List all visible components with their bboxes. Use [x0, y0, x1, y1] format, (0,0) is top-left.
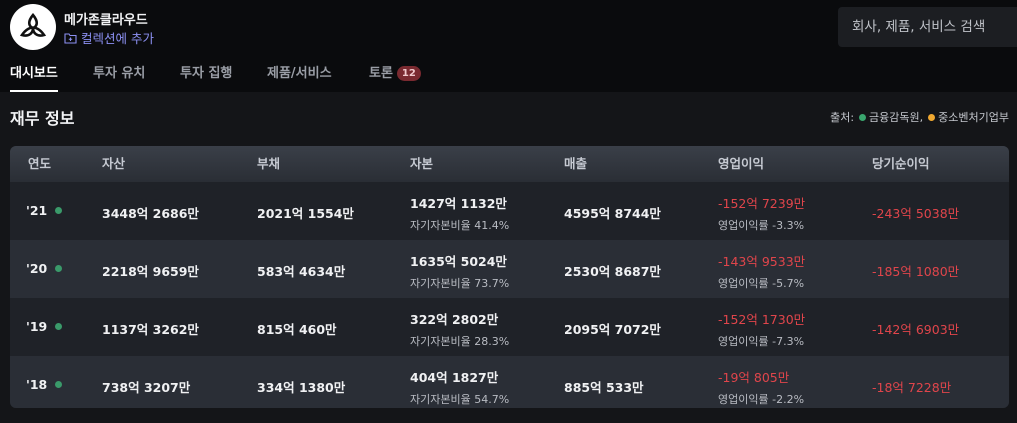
col-revenue: 매출: [564, 156, 588, 171]
liabilities-cell: 583억 4634만: [257, 264, 346, 279]
assets-cell: 1137억 3262만: [102, 322, 199, 337]
operating-margin: 영업이익률 -5.7%: [718, 277, 805, 290]
equity-cell: 1427억 1132만 자기자본비율 41.4%: [410, 196, 510, 232]
year-cell: '18: [26, 377, 63, 392]
revenue-cell: 2530억 8687만: [564, 264, 661, 279]
col-liabilities: 부채: [257, 156, 281, 171]
financial-table: 연도 자산 부채 자본 매출 영업이익 당기순이익 '21 3448억 2686만…: [10, 146, 1009, 408]
year-cell: '21: [26, 203, 63, 218]
source-label: 출처:: [830, 111, 855, 124]
table-row: '19 1137억 3262만 815억 460만 322억 2802만 자기자본비율 …: [10, 298, 1009, 356]
orange-dot-icon: [928, 113, 936, 121]
tab-discussion[interactable]: 토론 12: [369, 58, 421, 92]
operating-income-cell: -19억 805만 영업이익률 -2.2%: [718, 370, 805, 406]
revenue-cell: 885억 533만: [564, 380, 644, 395]
assets-cell: 2218억 9659만: [102, 264, 199, 279]
tab-investment-received[interactable]: 투자 유치: [93, 58, 145, 92]
col-operating-income: 영업이익: [718, 156, 765, 171]
col-year: 연도: [28, 156, 52, 171]
equity-cell: 404억 1827만 자기자본비율 54.7%: [410, 370, 510, 406]
revenue-cell: 2095억 7072만: [564, 322, 661, 337]
net-income-cell: -185억 1080만: [872, 264, 960, 279]
equity-ratio: 자기자본비율 41.4%: [410, 219, 510, 232]
tab-investment-made[interactable]: 투자 집행: [180, 58, 232, 92]
equity-cell: 1635억 5024만 자기자본비율 73.7%: [410, 254, 510, 290]
operating-margin: 영업이익률 -2.2%: [718, 393, 805, 406]
status-dot-icon: [55, 207, 63, 214]
add-to-collection-button[interactable]: 컬렉션에 추가: [64, 28, 154, 47]
equity-ratio: 자기자본비율 73.7%: [410, 277, 510, 290]
table-row: '21 3448억 2686만 2021억 1554만 1427억 1132만 자기자본…: [10, 182, 1009, 240]
add-to-collection-label: 컬렉션에 추가: [81, 31, 154, 46]
operating-income-cell: -152억 7239만 영업이익률 -3.3%: [718, 196, 806, 232]
operating-margin: 영업이익률 -3.3%: [718, 219, 805, 232]
source-fss: 금융감독원,: [869, 111, 924, 124]
equity-cell: 322억 2802만 자기자본비율 28.3%: [410, 312, 510, 348]
col-assets: 자산: [102, 156, 126, 171]
source-mss: 중소벤처기업부: [938, 111, 1009, 124]
tab-dashboard[interactable]: 대시보드: [10, 58, 58, 92]
revenue-cell: 4595억 8744만: [564, 206, 661, 221]
operating-margin: 영업이익률 -7.3%: [718, 335, 805, 348]
equity-ratio: 자기자본비율 54.7%: [410, 393, 510, 406]
trefoil-logo-icon: [19, 12, 47, 37]
table-row: '20 2218억 9659만 583억 4634만 1635억 5024만 자기자본비…: [10, 240, 1009, 298]
equity-ratio: 자기자본비율 28.3%: [410, 335, 510, 348]
status-dot-icon: [55, 381, 63, 388]
net-income-cell: -18억 7228만: [872, 380, 952, 395]
section-title: 재무 정보: [10, 109, 75, 128]
net-income-cell: -142억 6903만: [872, 322, 960, 337]
liabilities-cell: 2021억 1554만: [257, 206, 354, 221]
net-income-cell: -243억 5038만: [872, 206, 960, 221]
green-dot-icon: [859, 113, 867, 121]
year-cell: '19: [26, 319, 63, 334]
folder-plus-icon: [64, 32, 77, 44]
search-input[interactable]: [850, 18, 1017, 36]
discussion-count-badge: 12: [396, 66, 421, 81]
col-equity: 자본: [410, 156, 434, 171]
table-header: 연도 자산 부채 자본 매출 영업이익 당기순이익: [10, 146, 1009, 182]
status-dot-icon: [55, 265, 63, 272]
status-dot-icon: [55, 323, 63, 330]
year-cell: '20: [26, 261, 63, 276]
operating-income-cell: -143억 9533만 영업이익률 -5.7%: [718, 254, 806, 290]
tab-products-services[interactable]: 제품/서비스: [267, 58, 332, 92]
company-name: 메가존클라우드: [64, 13, 148, 28]
data-source: 출처: 금융감독원, 중소벤처기업부: [830, 109, 1009, 125]
company-header: 메가존클라우드 컬렉션에 추가: [0, 0, 1017, 56]
search-box[interactable]: [838, 7, 1017, 47]
liabilities-cell: 815억 460만: [257, 322, 337, 337]
table-row: '18 738억 3207만 334억 1380만 404억 1827만 자기자본비율 …: [10, 356, 1009, 408]
col-net-income: 당기순이익: [872, 156, 930, 171]
liabilities-cell: 334억 1380만: [257, 380, 346, 395]
tab-bar: 대시보드 투자 유치 투자 집행 제품/서비스 토론 12: [0, 58, 1017, 92]
financial-info-section: 재무 정보 출처: 금융감독원, 중소벤처기업부 연도 자산 부채 자본 매출 …: [0, 92, 1017, 423]
assets-cell: 738억 3207만: [102, 380, 191, 395]
company-logo[interactable]: [10, 4, 56, 50]
assets-cell: 3448억 2686만: [102, 206, 199, 221]
operating-income-cell: -152억 1730만 영업이익률 -7.3%: [718, 312, 806, 348]
